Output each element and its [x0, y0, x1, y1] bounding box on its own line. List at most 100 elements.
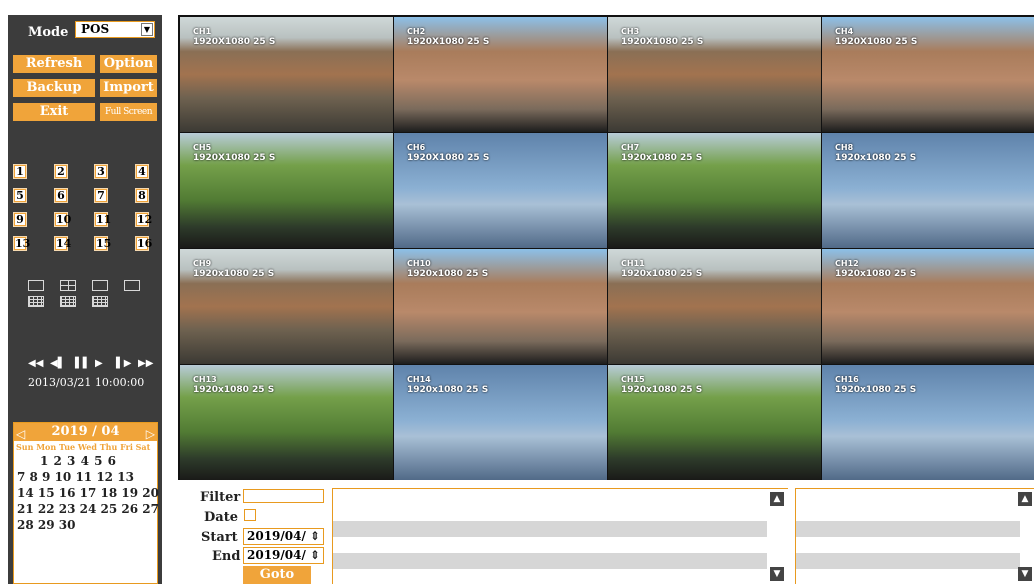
scroll-up-icon[interactable]: ▲ — [1018, 492, 1032, 506]
camera-grid: CH1 1920X1080 25 S CH2 1920X1080 25 S CH3 192… — [178, 15, 1034, 480]
channel-button-13[interactable]: 13 — [13, 236, 30, 251]
channel-button-14[interactable]: 14 — [54, 236, 71, 251]
spinner-icon[interactable]: ⇕ — [310, 529, 320, 544]
resolution-label: 1920x1080 25 S — [835, 153, 917, 163]
channel-label: CH15 — [621, 375, 645, 384]
channel-button-10[interactable]: 10 — [54, 212, 71, 227]
layout-2x2-icon[interactable] — [60, 280, 76, 291]
end-date-input[interactable]: 2019/04/⇕ — [243, 547, 324, 564]
scroll-up-icon[interactable]: ▲ — [770, 492, 784, 506]
layout-4x4-alt-icon[interactable] — [60, 296, 76, 307]
list-item[interactable] — [333, 553, 767, 569]
camera-tile[interactable]: CH4 1920X1080 25 S — [822, 17, 1034, 132]
refresh-button[interactable]: Refresh — [13, 55, 95, 73]
channel-button-5[interactable]: 5 — [13, 188, 27, 203]
next-month-icon[interactable]: ▷ — [146, 425, 155, 443]
mode-select[interactable]: POS ▼ — [75, 21, 155, 38]
camera-tile[interactable]: CH13 1920x1080 25 S — [180, 365, 393, 480]
step-back-icon[interactable]: ◀▌ — [50, 358, 65, 369]
mode-label: Mode — [28, 25, 69, 40]
import-button[interactable]: Import — [100, 79, 157, 97]
filter-input[interactable] — [243, 489, 324, 503]
camera-tile[interactable]: CH16 1920x1080 25 S — [822, 365, 1034, 480]
resolution-label: 1920X1080 25 S — [835, 37, 918, 47]
play-icon[interactable]: ▶ — [95, 358, 103, 369]
camera-tile[interactable]: CH15 1920x1080 25 S — [608, 365, 821, 480]
camera-tile[interactable]: CH5 1920X1080 25 S — [180, 133, 393, 248]
camera-tile[interactable]: CH1 1920X1080 25 S — [180, 17, 393, 132]
channel-button-7[interactable]: 7 — [94, 188, 108, 203]
channel-button-11[interactable]: 11 — [94, 212, 111, 227]
spinner-icon[interactable]: ⇕ — [310, 548, 320, 563]
calendar-week[interactable]: 21 22 23 24 25 26 27 — [14, 501, 159, 517]
chevron-down-icon[interactable]: ▼ — [141, 23, 153, 36]
channel-label: CH11 — [621, 259, 645, 268]
calendar-week[interactable]: 28 29 30 — [14, 517, 157, 533]
forward-fast-icon[interactable]: ▶▶ — [138, 358, 153, 369]
scroll-down-icon[interactable]: ▼ — [770, 567, 784, 581]
camera-tile[interactable]: CH7 1920x1080 25 S — [608, 133, 821, 248]
resolution-label: 1920x1080 25 S — [193, 385, 275, 395]
channel-button-4[interactable]: 4 — [135, 164, 149, 179]
camera-tile[interactable]: CH10 1920x1080 25 S — [394, 249, 607, 364]
prev-month-icon[interactable]: ◁ — [16, 425, 25, 443]
channel-button-1[interactable]: 1 — [13, 164, 27, 179]
camera-tile[interactable]: CH6 1920X1080 25 S — [394, 133, 607, 248]
list-item[interactable] — [796, 553, 1020, 569]
step-forward-icon[interactable]: ▌▶ — [116, 358, 131, 369]
layout-4x4-icon[interactable] — [92, 296, 108, 307]
full-screen-button[interactable]: Full Screen — [100, 103, 157, 121]
channel-label: CH9 — [193, 259, 212, 268]
backup-button[interactable]: Backup — [13, 79, 95, 97]
scroll-down-icon[interactable]: ▼ — [1018, 567, 1032, 581]
camera-tile[interactable]: CH12 1920x1080 25 S — [822, 249, 1034, 364]
camera-tile[interactable]: CH14 1920x1080 25 S — [394, 365, 607, 480]
layout-1plus7-icon[interactable] — [124, 280, 140, 291]
list-item[interactable] — [796, 521, 1020, 537]
channel-button-9[interactable]: 9 — [13, 212, 27, 227]
channel-label: CH8 — [835, 143, 854, 152]
rewind-fast-icon[interactable]: ◀◀ — [28, 358, 43, 369]
camera-tile[interactable]: CH9 1920x1080 25 S — [180, 249, 393, 364]
channel-button-15[interactable]: 15 — [94, 236, 111, 251]
resolution-label: 1920X1080 25 S — [407, 37, 490, 47]
start-date-input[interactable]: 2019/04/⇕ — [243, 528, 324, 545]
camera-tile[interactable]: CH2 1920X1080 25 S — [394, 17, 607, 132]
goto-button[interactable]: Goto — [243, 566, 311, 584]
exit-button[interactable]: Exit — [13, 103, 95, 121]
resolution-label: 1920x1080 25 S — [621, 385, 703, 395]
resolution-label: 1920x1080 25 S — [407, 385, 489, 395]
option-button[interactable]: Option — [100, 55, 157, 73]
resolution-label: 1920x1080 25 S — [621, 269, 703, 279]
channel-label: CH14 — [407, 375, 431, 384]
camera-tile[interactable]: CH3 1920X1080 25 S — [608, 17, 821, 132]
resolution-label: 1920x1080 25 S — [407, 269, 489, 279]
layout-3x3-icon[interactable] — [28, 296, 44, 307]
resolution-label: 1920x1080 25 S — [835, 385, 917, 395]
pause-icon[interactable]: ▌▌ — [75, 358, 90, 369]
date-checkbox[interactable] — [244, 509, 256, 521]
layout-1plus5-icon[interactable] — [92, 280, 108, 291]
resolution-label: 1920x1080 25 S — [835, 269, 917, 279]
channel-label: CH3 — [621, 27, 640, 36]
camera-tile[interactable]: CH8 1920x1080 25 S — [822, 133, 1034, 248]
event-list-panel[interactable]: ▲ ▼ — [332, 488, 788, 584]
channel-button-6[interactable]: 6 — [54, 188, 68, 203]
calendar-week[interactable]: 7 8 9 10 11 12 13 — [14, 469, 157, 485]
resolution-label: 1920X1080 25 S — [621, 37, 704, 47]
calendar-week[interactable]: 1 2 3 4 5 6 — [14, 453, 157, 469]
calendar-week[interactable]: 14 15 16 17 18 19 20 — [14, 485, 159, 501]
channel-button-12[interactable]: 12 — [135, 212, 152, 227]
resolution-label: 1920X1080 25 S — [193, 37, 276, 47]
channel-button-2[interactable]: 2 — [54, 164, 68, 179]
channel-button-16[interactable]: 16 — [135, 236, 152, 251]
channel-button-3[interactable]: 3 — [94, 164, 108, 179]
camera-tile[interactable]: CH11 1920x1080 25 S — [608, 249, 821, 364]
pos-text-panel[interactable]: ▲ ▼ — [795, 488, 1034, 584]
channel-label: CH6 — [407, 143, 426, 152]
channel-label: CH1 — [193, 27, 212, 36]
channel-button-8[interactable]: 8 — [135, 188, 149, 203]
list-item[interactable] — [333, 521, 767, 537]
resolution-label: 1920x1080 25 S — [621, 153, 703, 163]
layout-1x1-icon[interactable] — [28, 280, 44, 291]
